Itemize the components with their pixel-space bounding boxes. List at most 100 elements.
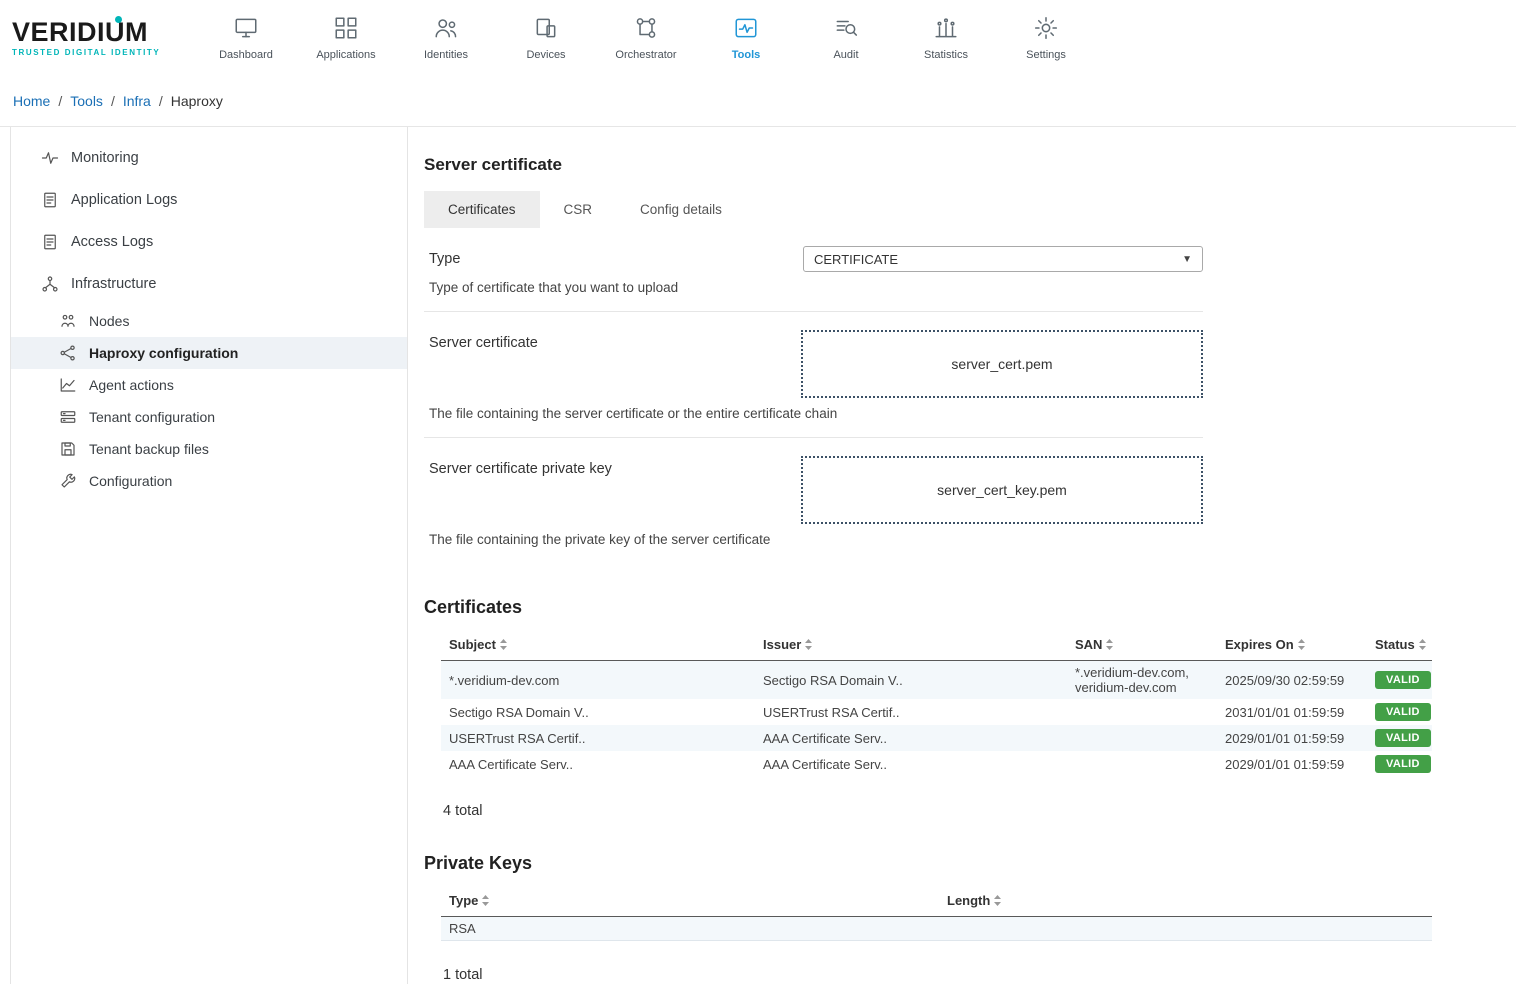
- breadcrumb-separator: /: [58, 93, 62, 109]
- document-icon: [41, 191, 59, 209]
- sidebar-item-agent-actions[interactable]: Agent actions: [11, 369, 407, 401]
- column-header-length[interactable]: Length: [939, 888, 1432, 917]
- cell-key-length: [939, 917, 1432, 941]
- nav-item-audit[interactable]: Audit: [796, 15, 896, 61]
- private-key-dropzone[interactable]: server_cert_key.pem: [801, 456, 1203, 524]
- cell-issuer: AAA Certificate Serv..: [755, 725, 1067, 751]
- type-label: Type: [429, 251, 460, 267]
- nav-item-applications[interactable]: Applications: [296, 15, 396, 61]
- main-nav: Dashboard Applications Identities Device…: [196, 15, 1096, 61]
- content-area: Monitoring Application Logs Access Logs …: [0, 126, 1516, 984]
- cell-subject: AAA Certificate Serv..: [441, 751, 755, 777]
- cell-status: VALID: [1367, 699, 1432, 725]
- nodes-icon: [59, 312, 77, 330]
- private-key-label: Server certificate private key: [429, 461, 612, 477]
- sidebar-item-configuration[interactable]: Configuration: [11, 465, 407, 497]
- sidebar-item-nodes[interactable]: Nodes: [11, 305, 407, 337]
- breadcrumb-infra[interactable]: Infra: [123, 93, 151, 109]
- sidebar-item-label: Configuration: [89, 473, 172, 489]
- server-certificate-help-text: The file containing the server certifica…: [429, 406, 1203, 421]
- sidebar-item-label: Application Logs: [71, 192, 177, 208]
- sidebar-item-haproxy-configuration[interactable]: Haproxy configuration: [11, 337, 407, 369]
- certificate-type-select[interactable]: CERTIFICATE ▼: [803, 246, 1203, 272]
- sidebar-item-monitoring[interactable]: Monitoring: [11, 137, 407, 179]
- server-certificate-block: Server certificate server_cert.pem The f…: [424, 312, 1203, 438]
- cell-issuer: AAA Certificate Serv..: [755, 751, 1067, 777]
- table-row[interactable]: Sectigo RSA Domain V.. USERTrust RSA Cer…: [441, 699, 1432, 725]
- share-network-icon: [59, 344, 77, 362]
- cell-issuer: USERTrust RSA Certif..: [755, 699, 1067, 725]
- table-row[interactable]: AAA Certificate Serv.. AAA Certificate S…: [441, 751, 1432, 777]
- sidebar-item-label: Haproxy configuration: [89, 345, 238, 361]
- type-form-block: Type CERTIFICATE ▼ Type of certificate t…: [424, 228, 1203, 312]
- orchestrator-icon: [633, 15, 659, 43]
- column-header-expires-on[interactable]: Expires On: [1217, 632, 1367, 661]
- certificates-table: Subject Issuer SAN Expires On Status *.v…: [441, 632, 1432, 777]
- cell-san: [1067, 699, 1217, 725]
- logo-tagline: TRUSTED DIGITAL IDENTITY: [12, 48, 162, 57]
- nav-item-statistics[interactable]: Statistics: [896, 15, 996, 61]
- sidebar-item-label: Infrastructure: [71, 276, 156, 292]
- breadcrumb-tools[interactable]: Tools: [70, 93, 103, 109]
- line-chart-icon: [59, 376, 77, 394]
- column-header-type[interactable]: Type: [441, 888, 939, 917]
- sidebar-item-access-logs[interactable]: Access Logs: [11, 221, 407, 263]
- veridium-logo[interactable]: VERIDIUM TRUSTED DIGITAL IDENTITY: [12, 19, 162, 57]
- sidebar-item-tenant-backup-files[interactable]: Tenant backup files: [11, 433, 407, 465]
- audit-icon: [833, 15, 859, 43]
- server-certificate-dropzone[interactable]: server_cert.pem: [801, 330, 1203, 398]
- selected-type-value: CERTIFICATE: [814, 252, 898, 267]
- type-help-text: Type of certificate that you want to upl…: [429, 280, 1203, 295]
- cell-key-type: RSA: [441, 917, 939, 941]
- breadcrumb-separator: /: [159, 93, 163, 109]
- cell-san: [1067, 725, 1217, 751]
- tools-icon: [733, 15, 759, 43]
- private-key-block: Server certificate private key server_ce…: [424, 438, 1203, 563]
- tab-csr[interactable]: CSR: [540, 191, 617, 228]
- sort-icon: [1106, 638, 1113, 653]
- server-stack-icon: [59, 408, 77, 426]
- cell-issuer: Sectigo RSA Domain V..: [755, 661, 1067, 700]
- nav-item-devices[interactable]: Devices: [496, 15, 596, 61]
- certificates-table-header: Subject Issuer SAN Expires On Status: [441, 632, 1432, 661]
- nav-item-identities[interactable]: Identities: [396, 15, 496, 61]
- tab-certificates[interactable]: Certificates: [424, 191, 540, 228]
- sort-icon: [805, 638, 812, 653]
- table-row[interactable]: RSA: [441, 917, 1432, 941]
- page-title: Server certificate: [424, 155, 1516, 175]
- cell-status: VALID: [1367, 661, 1432, 700]
- sidebar-item-tenant-configuration[interactable]: Tenant configuration: [11, 401, 407, 433]
- breadcrumb: Home / Tools / Infra / Haproxy: [0, 76, 1516, 126]
- logo-dot-icon: [115, 16, 122, 23]
- table-row[interactable]: *.veridium-dev.com Sectigo RSA Domain V.…: [441, 661, 1432, 700]
- column-header-san[interactable]: SAN: [1067, 632, 1217, 661]
- sort-icon: [482, 894, 489, 909]
- breadcrumb-home[interactable]: Home: [13, 93, 50, 109]
- certificates-total: 4 total: [443, 803, 1516, 819]
- network-tree-icon: [41, 275, 59, 293]
- sort-icon: [500, 638, 507, 653]
- main-panel: Server certificate Certificates CSR Conf…: [408, 127, 1516, 984]
- private-keys-table: Type Length RSA: [441, 888, 1432, 941]
- cell-san: [1067, 751, 1217, 777]
- dashboard-icon: [233, 15, 259, 43]
- cell-subject: *.veridium-dev.com: [441, 661, 755, 700]
- nav-item-orchestrator[interactable]: Orchestrator: [596, 15, 696, 61]
- nav-item-dashboard[interactable]: Dashboard: [196, 15, 296, 61]
- sidebar-item-label: Access Logs: [71, 234, 153, 250]
- private-keys-total: 1 total: [443, 967, 1516, 983]
- cell-status: VALID: [1367, 751, 1432, 777]
- column-header-issuer[interactable]: Issuer: [755, 632, 1067, 661]
- nav-item-tools[interactable]: Tools: [696, 15, 796, 61]
- pulse-icon: [41, 149, 59, 167]
- tab-config-details[interactable]: Config details: [616, 191, 746, 228]
- sidebar-item-application-logs[interactable]: Application Logs: [11, 179, 407, 221]
- certificates-section-title: Certificates: [424, 597, 1516, 618]
- sidebar-item-infrastructure[interactable]: Infrastructure: [11, 263, 407, 305]
- column-header-status[interactable]: Status: [1367, 632, 1432, 661]
- table-row[interactable]: USERTrust RSA Certif.. AAA Certificate S…: [441, 725, 1432, 751]
- column-header-subject[interactable]: Subject: [441, 632, 755, 661]
- nav-item-settings[interactable]: Settings: [996, 15, 1096, 61]
- private-key-help-text: The file containing the private key of t…: [429, 532, 1203, 547]
- statistics-icon: [933, 15, 959, 43]
